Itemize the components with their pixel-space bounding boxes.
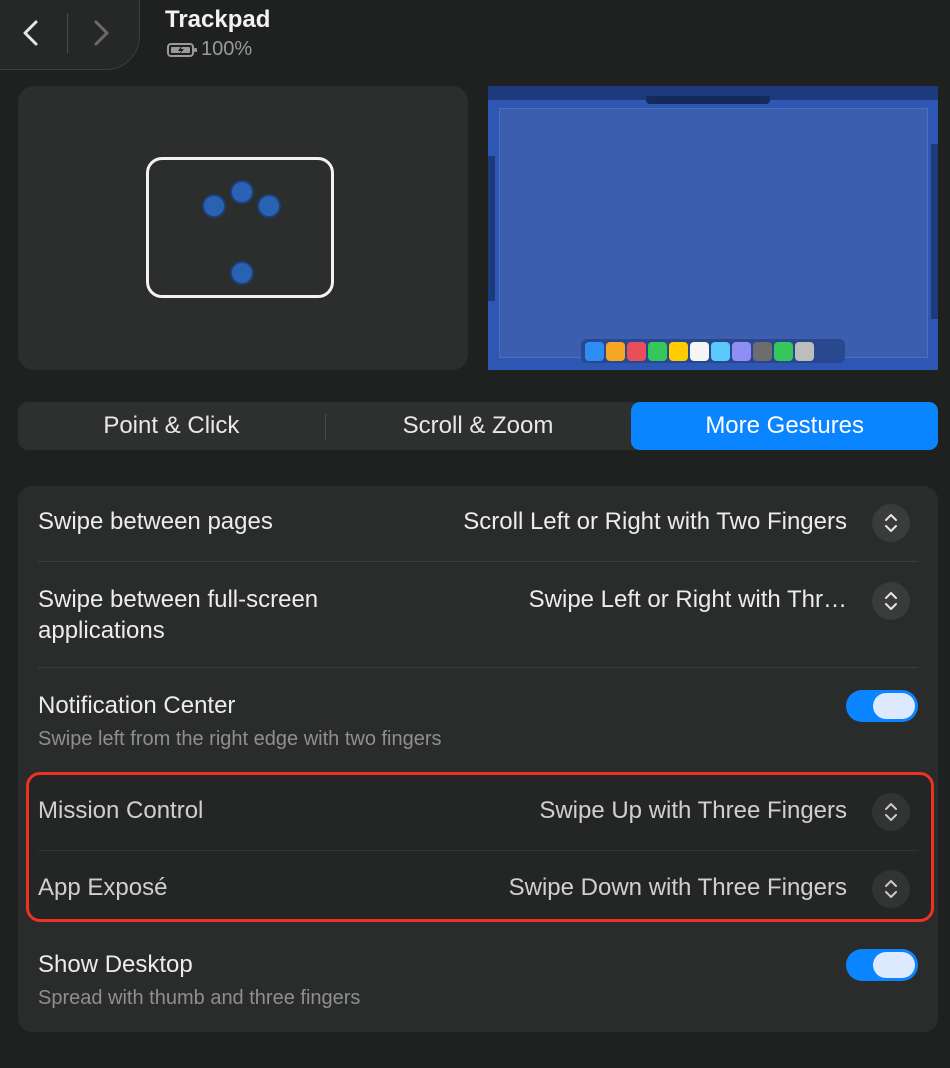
setting-row-swipe-pages: Swipe between pages Scroll Left or Right… (38, 504, 918, 544)
setting-label: Swipe between full-screen (38, 586, 319, 613)
finger-dot (230, 180, 254, 204)
gestures-settings-panel: Swipe between pages Scroll Left or Right… (18, 486, 938, 1032)
dock-app-icon (732, 341, 751, 361)
finger-dot (257, 194, 281, 218)
toggle-knob (873, 952, 915, 978)
setting-value[interactable]: Swipe Left or Right with Thr… (529, 586, 847, 614)
setting-value[interactable]: Scroll Left or Right with Two Fingers (463, 508, 847, 536)
popup-stepper[interactable] (872, 582, 910, 620)
desktop-window (499, 108, 928, 358)
dock-app-icon (648, 341, 667, 361)
battery-charging-icon (167, 42, 197, 57)
dock-app-icon (795, 341, 814, 361)
setting-row-notification-center: Notification Center Swipe left from the … (38, 688, 918, 754)
row-divider (38, 561, 918, 562)
screen-side-right (931, 144, 938, 319)
screen-preview (488, 86, 938, 370)
nav-divider (67, 13, 68, 53)
screen-side-left (488, 156, 495, 301)
tab-separator (325, 414, 326, 439)
setting-label: Show Desktop (38, 951, 193, 978)
tab-point-click[interactable]: Point & Click (18, 402, 325, 450)
setting-row-show-desktop: Show Desktop Spread with thumb and three… (38, 947, 918, 1013)
dock-app-icon (606, 341, 625, 361)
setting-label-continued: applications (38, 617, 165, 644)
back-button[interactable] (13, 13, 53, 53)
dock (581, 339, 845, 363)
toggle-knob (873, 693, 915, 719)
dock-app-icon (711, 341, 730, 361)
popup-stepper[interactable] (872, 504, 910, 542)
dock-app-icon (585, 341, 604, 361)
menu-bar-notch (646, 96, 770, 104)
setting-row-swipe-fullscreen: Swipe between full-screen applications S… (38, 582, 918, 648)
page-title: Trackpad (165, 6, 271, 33)
chevron-right-icon (94, 20, 109, 46)
navigation-buttons (0, 0, 140, 70)
battery-percentage: 100% (201, 38, 253, 60)
setting-label: Swipe between pages (38, 508, 273, 535)
setting-description: Swipe left from the right edge with two … (38, 728, 442, 750)
up-down-chevron-icon (885, 514, 897, 532)
tab-scroll-zoom[interactable]: Scroll & Zoom (325, 402, 632, 450)
gesture-animation-preview (18, 86, 468, 370)
dock-app-icon (627, 341, 646, 361)
notification-center-toggle[interactable] (846, 690, 918, 722)
finger-dot (202, 194, 226, 218)
chevron-left-icon (23, 20, 38, 46)
highlight-annotation (26, 772, 934, 922)
show-desktop-toggle[interactable] (846, 949, 918, 981)
up-down-chevron-icon (885, 592, 897, 610)
trackpad-outline (146, 157, 334, 298)
setting-description: Spread with thumb and three fingers (38, 987, 361, 1009)
thumb-dot (230, 261, 254, 285)
setting-label: Notification Center (38, 692, 236, 719)
battery-status: 100% (167, 38, 252, 61)
dock-app-icon (690, 341, 709, 361)
row-divider (38, 667, 918, 668)
tab-more-gestures[interactable]: More Gestures (631, 402, 939, 450)
forward-button[interactable] (81, 13, 121, 53)
tab-bar: Point & Click Scroll & Zoom More Gesture… (18, 402, 939, 450)
dock-app-icon (669, 341, 688, 361)
dock-app-icon (753, 341, 772, 361)
dock-app-icon (774, 341, 793, 361)
